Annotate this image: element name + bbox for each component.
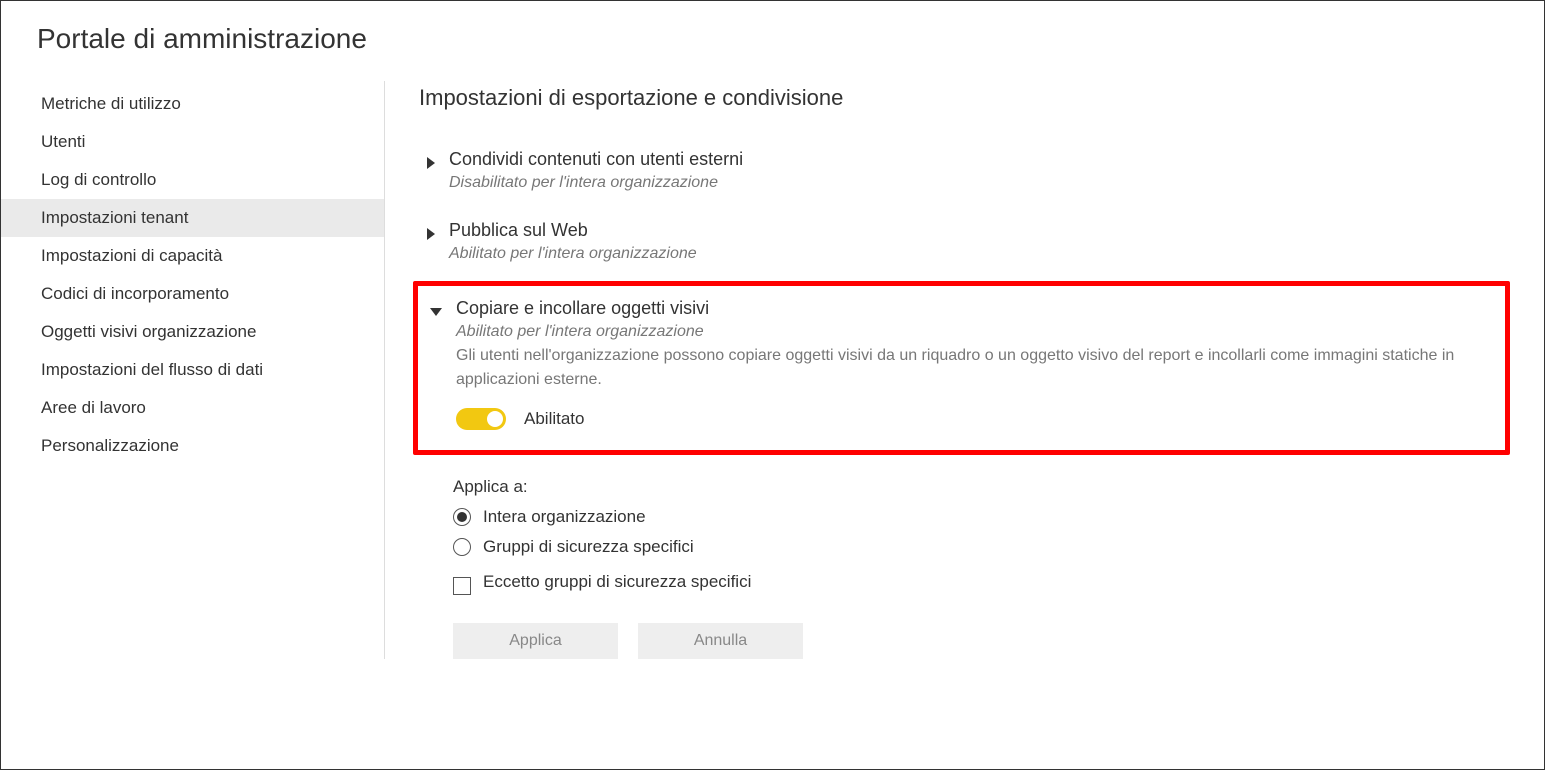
nav-item-org-visuals[interactable]: Oggetti visivi organizzazione: [1, 313, 384, 351]
setting-status: Abilitato per l'intera organizzazione: [456, 323, 1495, 341]
nav-item-audit-log[interactable]: Log di controllo: [1, 161, 384, 199]
nav-item-capacity[interactable]: Impostazioni di capacità: [1, 237, 384, 275]
nav-item-metrics[interactable]: Metriche di utilizzo: [1, 85, 384, 123]
nav-item-dataflow[interactable]: Impostazioni del flusso di dati: [1, 351, 384, 389]
caret-down-icon: [430, 308, 442, 316]
apply-section: Applica a: Intera organizzazione Gruppi …: [453, 477, 1510, 595]
setting-status: Abilitato per l'intera organizzazione: [449, 245, 1510, 263]
setting-copy-paste-visuals[interactable]: Copiare e incollare oggetti visivi Abili…: [432, 298, 1495, 430]
checkbox-label: Eccetto gruppi di sicurezza specifici: [483, 572, 751, 592]
nav-item-users[interactable]: Utenti: [1, 123, 384, 161]
page-title: Portale di amministrazione: [1, 1, 1544, 65]
toggle-label: Abilitato: [524, 409, 584, 429]
radio-dot: [457, 512, 467, 522]
toggle-row: Abilitato: [456, 408, 1495, 430]
radio-specific-groups[interactable]: Gruppi di sicurezza specifici: [453, 537, 1510, 557]
setting-description: Gli utenti nell'organizzazione possono c…: [456, 344, 1466, 392]
setting-title: Pubblica sul Web: [449, 220, 1510, 241]
sidebar: Metriche di utilizzo Utenti Log di contr…: [1, 81, 385, 659]
toggle-knob: [487, 411, 503, 427]
setting-status: Disabilitato per l'intera organizzazione: [449, 174, 1510, 192]
highlight-box: Copiare e incollare oggetti visivi Abili…: [413, 281, 1510, 455]
nav-item-tenant-settings[interactable]: Impostazioni tenant: [1, 199, 384, 237]
radio-label: Intera organizzazione: [483, 507, 646, 527]
setting-share-external[interactable]: Condividi contenuti con utenti esterni D…: [419, 139, 1510, 210]
content-wrap: Metriche di utilizzo Utenti Log di contr…: [1, 65, 1544, 659]
radio-icon: [453, 508, 471, 526]
button-row: Applica Annulla: [453, 623, 1510, 659]
nav-item-embed-codes[interactable]: Codici di incorporamento: [1, 275, 384, 313]
radio-label: Gruppi di sicurezza specifici: [483, 537, 694, 557]
radio-entire-org[interactable]: Intera organizzazione: [453, 507, 1510, 527]
enabled-toggle[interactable]: [456, 408, 506, 430]
checkbox-icon: [453, 577, 471, 595]
setting-body: Copiare e incollare oggetti visivi Abili…: [456, 298, 1495, 430]
setting-title: Condividi contenuti con utenti esterni: [449, 149, 1510, 170]
nav-item-customize[interactable]: Personalizzazione: [1, 427, 384, 465]
setting-body: Pubblica sul Web Abilitato per l'intera …: [449, 220, 1510, 263]
apply-to-label: Applica a:: [453, 477, 1510, 497]
setting-publish-web[interactable]: Pubblica sul Web Abilitato per l'intera …: [419, 210, 1510, 281]
checkbox-except-groups[interactable]: Eccetto gruppi di sicurezza specifici: [453, 569, 1510, 595]
section-title: Impostazioni di esportazione e condivisi…: [419, 85, 1510, 111]
cancel-button[interactable]: Annulla: [638, 623, 803, 659]
radio-icon: [453, 538, 471, 556]
main-panel: Impostazioni di esportazione e condivisi…: [385, 81, 1544, 659]
caret-right-icon: [427, 157, 435, 169]
nav-item-workspaces[interactable]: Aree di lavoro: [1, 389, 384, 427]
setting-body: Condividi contenuti con utenti esterni D…: [449, 149, 1510, 192]
setting-title: Copiare e incollare oggetti visivi: [456, 298, 1495, 319]
caret-right-icon: [427, 228, 435, 240]
apply-button[interactable]: Applica: [453, 623, 618, 659]
